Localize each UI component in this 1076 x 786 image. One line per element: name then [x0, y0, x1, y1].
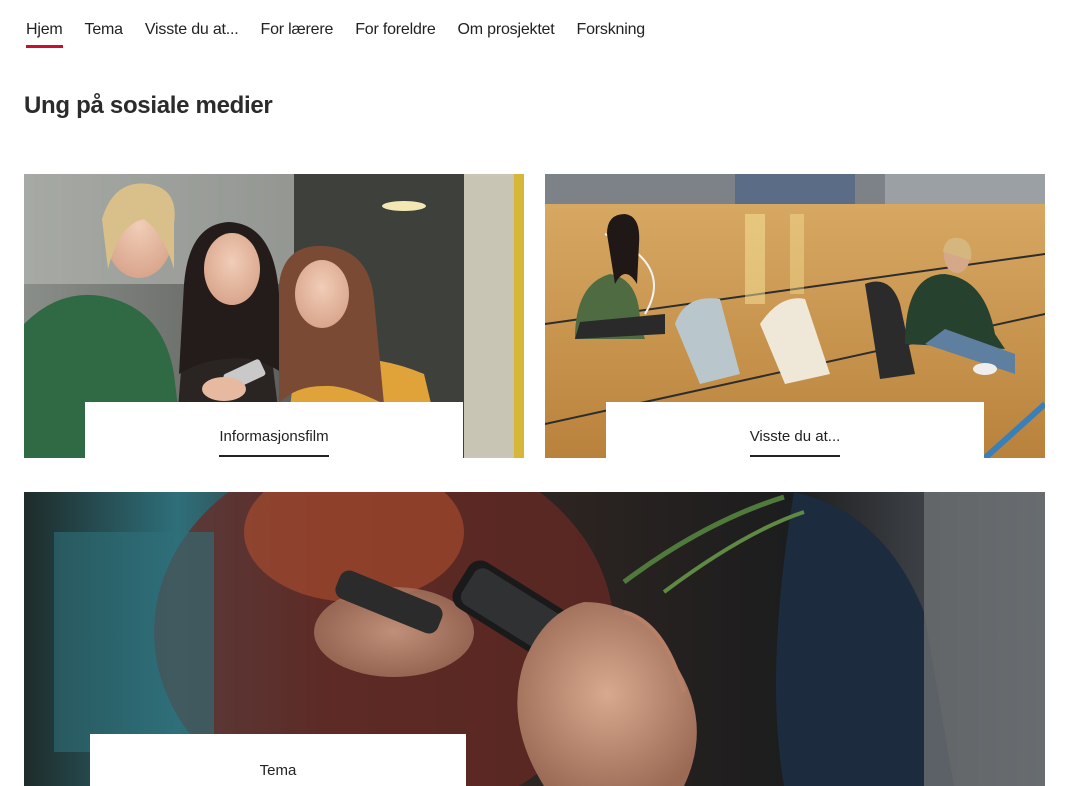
- nav-item-hjem[interactable]: Hjem: [26, 18, 63, 48]
- card-visste-du-at[interactable]: Visste du at...: [545, 174, 1045, 458]
- card-label-box: Tema: [90, 734, 466, 786]
- page-title: Ung på sosiale medier: [24, 92, 273, 119]
- nav-item-for-foreldre[interactable]: For foreldre: [355, 18, 435, 48]
- card-informasjonsfilm[interactable]: Informasjonsfilm: [24, 174, 524, 458]
- main-nav: Hjem Tema Visste du at... For lærere For…: [26, 18, 645, 48]
- card-label[interactable]: Tema: [260, 762, 297, 786]
- nav-item-om-prosjektet[interactable]: Om prosjektet: [458, 18, 555, 48]
- card-tema[interactable]: Tema: [24, 492, 1045, 786]
- card-label-box: Visste du at...: [606, 402, 984, 458]
- nav-item-tema[interactable]: Tema: [85, 18, 124, 48]
- nav-item-for-laerere[interactable]: For lærere: [261, 18, 334, 48]
- card-label[interactable]: Visste du at...: [749, 428, 841, 457]
- nav-item-forskning[interactable]: Forskning: [577, 18, 646, 48]
- card-label-box: Informasjonsfilm: [85, 402, 463, 458]
- card-label[interactable]: Informasjonsfilm: [219, 428, 329, 457]
- nav-item-visste-du-at[interactable]: Visste du at...: [145, 18, 239, 48]
